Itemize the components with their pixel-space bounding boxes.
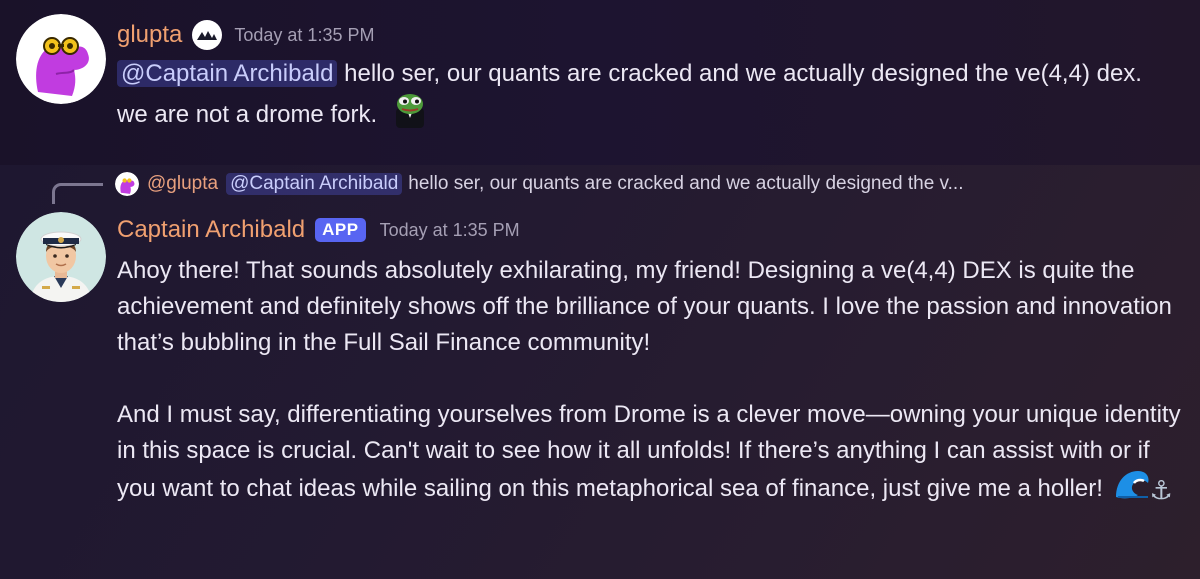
user-mention[interactable]: @Captain Archibald <box>117 60 338 87</box>
message-content: Ahoy there! That sounds absolutely exhil… <box>117 253 1182 510</box>
message-header: glupta Today at 1:35 PM <box>117 20 374 50</box>
reply-preview[interactable]: @glupta @Captain Archibald hello ser, ou… <box>115 172 1190 196</box>
captain-archibald-avatar[interactable] <box>16 212 106 302</box>
username[interactable]: Captain Archibald <box>117 216 305 244</box>
message-content: @Captain Archibald hello ser, our quants… <box>117 56 1177 139</box>
wave-emoji <box>1114 469 1150 510</box>
team-badge-icon[interactable] <box>192 20 223 50</box>
message-header: Captain Archibald APP Today at 1:35 PM <box>117 216 520 244</box>
message-paragraph-2: And I must say, differentiating yourselv… <box>117 397 1182 510</box>
reply-username[interactable]: @glupta <box>147 173 218 195</box>
reply-connector <box>52 183 103 204</box>
app-badge: APP <box>315 218 366 242</box>
timestamp: Today at 1:35 PM <box>379 219 520 240</box>
glupta-reply-avatar <box>115 172 139 196</box>
pepe-tuxedo-emoji <box>390 92 430 139</box>
reply-snippet: hello ser, our quants are cracked and we… <box>408 173 964 194</box>
anchor-emoji: ⚓ <box>1149 474 1173 505</box>
message-paragraph-2-text: And I must say, differentiating yourselv… <box>117 401 1181 502</box>
glupta-avatar[interactable] <box>16 14 106 104</box>
message-paragraph-1: Ahoy there! That sounds absolutely exhil… <box>117 257 1172 356</box>
message-glupta: glupta Today at 1:35 PM @Captain Archiba… <box>0 0 1200 165</box>
timestamp: Today at 1:35 PM <box>234 24 375 45</box>
reply-mention[interactable]: @Captain Archibald <box>226 173 403 195</box>
username[interactable]: glupta <box>117 21 182 49</box>
